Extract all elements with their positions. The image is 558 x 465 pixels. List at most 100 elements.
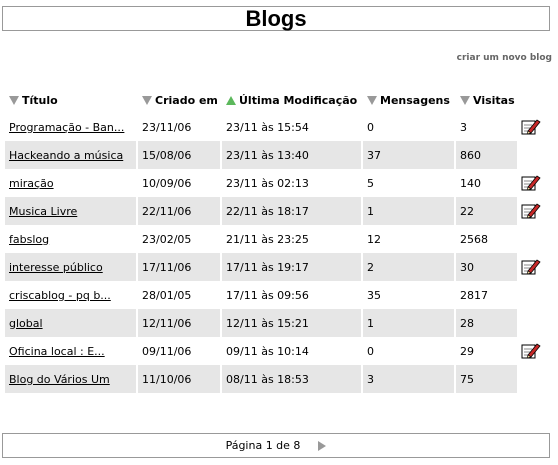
cell-title: miração bbox=[5, 169, 136, 197]
cell-modified: 08/11 às 18:53 bbox=[222, 365, 361, 393]
table-row: Musica Livre 22/11/06 22/11 às 18:17 1 22 bbox=[5, 197, 543, 225]
cell-modified: 09/11 às 10:14 bbox=[226, 344, 309, 358]
cell-actions bbox=[519, 337, 543, 365]
blog-title-link[interactable]: fabslog bbox=[9, 233, 49, 246]
cell-created: 22/11/06 bbox=[138, 197, 220, 225]
sort-arrow-icon bbox=[142, 95, 152, 105]
table-row: interesse público 17/11/06 17/11 às 19:17 2… bbox=[5, 253, 543, 281]
edit-pencil-icon[interactable] bbox=[521, 173, 541, 191]
cell-messages: 5 bbox=[367, 176, 374, 190]
cell-visits: 2568 bbox=[460, 232, 488, 246]
cell-modified: 22/11 às 18:17 bbox=[222, 197, 361, 225]
cell-messages: 12 bbox=[367, 232, 381, 246]
blog-title-link[interactable]: Hackeando a música bbox=[9, 149, 123, 162]
blog-title-link[interactable]: Musica Livre bbox=[9, 205, 77, 218]
cell-created: 23/02/05 bbox=[142, 232, 192, 246]
cell-modified: 21/11 às 23:25 bbox=[226, 232, 309, 246]
column-header-created[interactable]: Criado em bbox=[138, 87, 220, 113]
cell-created: 09/11/06 bbox=[142, 344, 192, 358]
cell-actions bbox=[519, 141, 543, 169]
table-row: Programação - Ban... 23/11/06 23/11 às 15:… bbox=[5, 113, 543, 141]
cell-actions bbox=[519, 253, 543, 281]
sort-arrow-icon bbox=[460, 95, 470, 105]
cell-actions bbox=[519, 281, 543, 309]
table-row: fabslog 23/02/05 21/11 às 23:25 12 2568 bbox=[5, 225, 543, 253]
edit-pencil-icon[interactable] bbox=[521, 257, 541, 275]
cell-modified: 17/11 às 09:56 bbox=[226, 288, 309, 302]
cell-created: 10/09/06 bbox=[142, 176, 192, 190]
pagination-label: Página 1 de 8 bbox=[225, 439, 301, 452]
cell-created: 12/11/06 bbox=[138, 309, 220, 337]
cell-visits: 28 bbox=[456, 309, 517, 337]
cell-created: 11/10/06 bbox=[138, 365, 220, 393]
table-row: Blog do Vários Um 11/10/06 08/11 às 18:53 3… bbox=[5, 365, 543, 393]
sort-arrow-icon bbox=[9, 95, 19, 105]
cell-messages: 2 bbox=[363, 253, 454, 281]
blog-title-link[interactable]: Blog do Vários Um bbox=[9, 373, 110, 386]
sort-active-arrow-icon bbox=[226, 95, 236, 105]
column-header-actions bbox=[519, 87, 543, 113]
cell-modified: 23/11 às 02:13 bbox=[226, 176, 309, 190]
page-title-box: Blogs bbox=[2, 6, 550, 31]
cell-title: fabslog bbox=[5, 225, 136, 253]
cell-visits: 22 bbox=[456, 197, 517, 225]
column-header-messages[interactable]: Mensagens bbox=[363, 87, 454, 113]
table-row: Hackeando a música 15/08/06 23/11 às 13:40… bbox=[5, 141, 543, 169]
cell-actions bbox=[519, 197, 543, 225]
column-header-title[interactable]: Título bbox=[5, 87, 136, 113]
cell-modified: 12/11 às 15:21 bbox=[222, 309, 361, 337]
table-row: global 12/11/06 12/11 às 15:21 1 28 bbox=[5, 309, 543, 337]
cell-messages: 35 bbox=[367, 288, 381, 302]
cell-actions bbox=[519, 169, 543, 197]
cell-actions bbox=[519, 365, 543, 393]
pagination-bar: Página 1 de 8 bbox=[2, 433, 550, 458]
table-row: criscablog - pq b... 28/01/05 17/11 às 09:… bbox=[5, 281, 543, 309]
cell-title: global bbox=[5, 309, 136, 337]
column-header-visits[interactable]: Visitas bbox=[456, 87, 517, 113]
cell-title: Oficina local : E... bbox=[5, 337, 136, 365]
page-title: Blogs bbox=[245, 5, 307, 31]
cell-title: criscablog - pq b... bbox=[5, 281, 136, 309]
edit-pencil-icon[interactable] bbox=[521, 341, 541, 359]
table-row: Oficina local : E... 09/11/06 09/11 às 10:… bbox=[5, 337, 543, 365]
cell-visits: 29 bbox=[460, 344, 474, 358]
cell-messages: 1 bbox=[363, 197, 454, 225]
table-row: miração 10/09/06 23/11 às 02:13 5 140 bbox=[5, 169, 543, 197]
cell-messages: 0 bbox=[367, 120, 374, 134]
blog-title-link[interactable]: interesse público bbox=[9, 261, 103, 274]
edit-pencil-icon[interactable] bbox=[521, 117, 541, 135]
cell-visits: 860 bbox=[456, 141, 517, 169]
cell-modified: 23/11 às 15:54 bbox=[226, 120, 309, 134]
cell-title: Blog do Vários Um bbox=[5, 365, 136, 393]
blog-title-link[interactable]: Oficina local : E... bbox=[9, 345, 105, 358]
table-body: Programação - Ban... 23/11/06 23/11 às 15:… bbox=[5, 113, 543, 393]
blog-title-link[interactable]: global bbox=[9, 317, 43, 330]
cell-title: Programação - Ban... bbox=[5, 113, 136, 141]
next-page-icon[interactable] bbox=[318, 440, 327, 451]
cell-title: interesse público bbox=[5, 253, 136, 281]
blog-title-link[interactable]: Programação - Ban... bbox=[9, 121, 124, 134]
cell-created: 23/11/06 bbox=[142, 120, 192, 134]
cell-actions bbox=[519, 225, 543, 253]
column-header-modified[interactable]: Última Modificação bbox=[222, 87, 361, 113]
cell-title: Hackeando a música bbox=[5, 141, 136, 169]
cell-visits: 140 bbox=[460, 176, 481, 190]
cell-messages: 1 bbox=[363, 309, 454, 337]
cell-messages: 37 bbox=[363, 141, 454, 169]
cell-visits: 2817 bbox=[460, 288, 488, 302]
sort-arrow-icon bbox=[367, 95, 377, 105]
table-header-row: Título Criado em Última Modificação Mens… bbox=[5, 87, 543, 113]
cell-actions bbox=[519, 309, 543, 337]
cell-title: Musica Livre bbox=[5, 197, 136, 225]
cell-messages: 0 bbox=[367, 344, 374, 358]
cell-visits: 75 bbox=[456, 365, 517, 393]
blog-title-link[interactable]: miração bbox=[9, 177, 54, 190]
cell-created: 28/01/05 bbox=[142, 288, 192, 302]
cell-created: 17/11/06 bbox=[138, 253, 220, 281]
create-blog-link[interactable]: criar um novo blog bbox=[457, 53, 552, 63]
blog-title-link[interactable]: criscablog - pq b... bbox=[9, 289, 111, 302]
edit-pencil-icon[interactable] bbox=[521, 201, 541, 219]
cell-modified: 23/11 às 13:40 bbox=[222, 141, 361, 169]
cell-messages: 3 bbox=[363, 365, 454, 393]
cell-created: 15/08/06 bbox=[138, 141, 220, 169]
